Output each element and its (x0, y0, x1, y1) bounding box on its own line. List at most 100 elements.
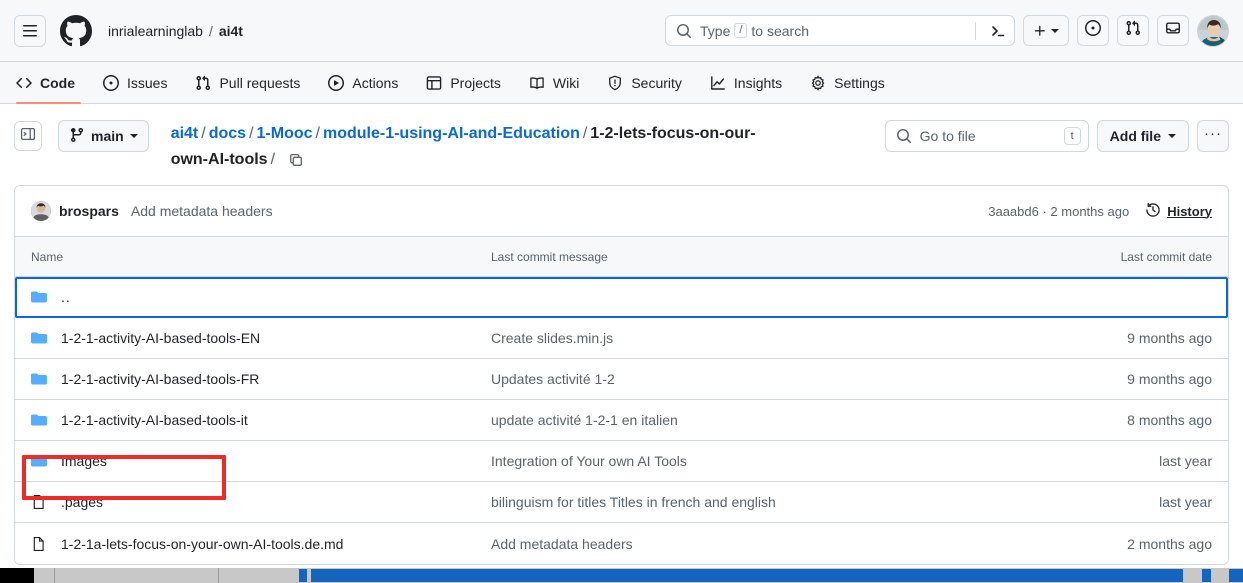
commit-relative-time: 2 months ago (1050, 203, 1130, 219)
tab-pull-requests[interactable]: Pull requests (181, 62, 314, 103)
table-icon (426, 75, 442, 91)
repo-name-link[interactable]: ai4t (219, 23, 243, 39)
repo-owner-link[interactable]: inrialearninglab (108, 23, 203, 39)
table-row[interactable]: .. (15, 277, 1228, 318)
folder-icon (31, 330, 47, 346)
scrollbar-thumb-segment[interactable] (299, 569, 307, 582)
table-row[interactable]: 1-2-1-activity-AI-based-tools-FR Updates… (15, 359, 1228, 400)
book-icon (529, 75, 545, 91)
crumb-separator: / (315, 125, 320, 142)
search-placeholder: Type / to search (700, 23, 967, 39)
crumb-separator: / (201, 125, 206, 142)
tab-insights[interactable]: Insights (696, 62, 796, 103)
github-logo-icon[interactable] (60, 14, 92, 47)
crumb-module-1[interactable]: module-1-using-AI-and-Education (323, 125, 580, 142)
row-name-label[interactable]: 1-2-1-activity-AI-based-tools-it (61, 412, 248, 428)
tab-settings[interactable]: Settings (796, 62, 899, 103)
table-row[interactable]: .pages bilinguism for titles Titles in f… (15, 482, 1228, 523)
scrollbar-thumb[interactable] (311, 569, 1183, 582)
scrollbar-thumb-segment[interactable] (1229, 569, 1243, 582)
tab-security-label: Security (631, 74, 682, 91)
issue-opened-icon (103, 74, 119, 91)
tab-projects[interactable]: Projects (412, 62, 515, 103)
row-name-cell: 1-2-1-activity-AI-based-tools-it (31, 412, 491, 428)
row-name-cell: Images (31, 453, 491, 469)
row-name-cell: .. (31, 289, 491, 305)
crumb-1-mooc[interactable]: 1-Mooc (257, 125, 313, 142)
scrollbar-tick (218, 568, 219, 583)
sidebar-expand-button[interactable] (14, 121, 42, 151)
row-date-cell: 8 months ago (1127, 412, 1212, 428)
row-date-cell: 9 months ago (1127, 330, 1212, 346)
scrollbar-left-cap (0, 568, 34, 583)
go-to-file-input[interactable]: Go to file t (884, 120, 1089, 152)
commit-hash[interactable]: 3aaabd6 (988, 204, 1039, 219)
table-row[interactable]: 1-2-1-activity-AI-based-tools-EN Create … (15, 318, 1228, 359)
commit-hash-and-time: 3aaabd6 · 2 months ago (988, 204, 1129, 219)
tab-issues[interactable]: Issues (89, 62, 181, 103)
row-name-label[interactable]: 1-2-1a-lets-focus-on-your-own-AI-tools.d… (61, 536, 343, 552)
tab-wiki[interactable]: Wiki (515, 62, 593, 103)
path-toolbar: main ai4t / docs/1-Mooc / module-1-using-AI-… (0, 104, 1243, 173)
branch-selector-button[interactable]: main (58, 120, 149, 152)
commit-author-avatar[interactable] (31, 201, 51, 221)
row-name-label[interactable]: Images (61, 453, 107, 469)
row-name-label[interactable]: .. (61, 289, 71, 305)
row-date-cell: 2 months ago (1127, 535, 1212, 552)
chevron-down-icon (1051, 28, 1059, 33)
search-input[interactable]: Type / to search (665, 15, 1015, 46)
repo-nav-tabs: Code Issues Pull requests Actions Projec… (0, 62, 1243, 104)
chevron-down-icon (129, 134, 138, 138)
row-message-cell[interactable]: bilinguism for titles Titles in french a… (491, 494, 1032, 510)
hamburger-menu-button[interactable] (14, 14, 46, 47)
path-toolbar-actions: Go to file t Add file ··· (884, 118, 1229, 152)
issue-opened-icon (1085, 20, 1101, 41)
go-to-file-shortcut-key: t (1063, 127, 1081, 145)
horizontal-scrollbar[interactable] (0, 568, 1243, 583)
table-row[interactable]: 1-2-1-activity-AI-based-tools-it update … (15, 400, 1228, 441)
row-message-cell[interactable]: Updates activité 1-2 (491, 371, 1032, 387)
crumb-docs[interactable]: docs (209, 125, 246, 142)
more-options-button[interactable]: ··· (1197, 120, 1229, 152)
row-date-cell: 9 months ago (1127, 371, 1212, 387)
row-date-cell: last year (1159, 494, 1212, 510)
scrollbar-thumb-segment[interactable] (1202, 569, 1211, 582)
row-name-label[interactable]: 1-2-1-activity-AI-based-tools-FR (61, 371, 259, 387)
row-name-label[interactable]: 1-2-1-activity-AI-based-tools-EN (61, 330, 260, 346)
crumb-ai4t[interactable]: ai4t (171, 125, 199, 142)
issues-button[interactable] (1077, 15, 1109, 46)
tab-security[interactable]: Security (593, 62, 696, 103)
scrollbar-track[interactable] (34, 568, 1243, 583)
tab-actions[interactable]: Actions (314, 62, 412, 103)
file-path-breadcrumb: ai4t / docs/1-Mooc / module-1-using-AI-and-E… (171, 118, 771, 173)
table-row[interactable]: 1-2-1a-lets-focus-on-your-own-AI-tools.d… (15, 523, 1228, 564)
kebab-icon: ··· (1204, 124, 1222, 142)
terminal-icon[interactable] (984, 23, 1006, 39)
commit-message[interactable]: Add metadata headers (131, 203, 273, 219)
copy-icon[interactable] (288, 152, 304, 168)
row-date-cell: last year (1159, 453, 1212, 469)
folder-icon (31, 453, 47, 469)
folder-icon (31, 412, 47, 428)
tab-code[interactable]: Code (14, 62, 89, 104)
row-message-cell[interactable]: Integration of Your own AI Tools (491, 453, 1032, 469)
pull-requests-button[interactable] (1117, 15, 1149, 46)
commit-author-name[interactable]: brospars (59, 203, 119, 219)
play-icon (328, 74, 345, 91)
chevron-down-icon (1168, 134, 1176, 138)
row-message-cell[interactable]: Create slides.min.js (491, 330, 1032, 346)
row-message-cell[interactable]: Add metadata headers (491, 536, 1032, 552)
avatar[interactable] (1197, 14, 1229, 47)
search-placeholder-prefix: Type (700, 22, 731, 39)
add-file-button[interactable]: Add file (1096, 120, 1189, 152)
commit-meta-separator: · (1038, 203, 1051, 219)
latest-commit-bar: brospars Add metadata headers 3aaabd6 · … (15, 186, 1228, 237)
table-row[interactable]: Images Integration of Your own AI Tools … (15, 441, 1228, 482)
row-name-label[interactable]: .pages (61, 494, 103, 510)
file-browser-panel: brospars Add metadata headers 3aaabd6 · … (14, 185, 1229, 565)
create-new-button[interactable] (1023, 15, 1069, 46)
history-link[interactable]: History (1145, 202, 1212, 221)
commit-meta-group: 3aaabd6 · 2 months ago History (988, 202, 1212, 221)
row-message-cell[interactable]: update activité 1-2-1 en italien (491, 412, 1032, 428)
notifications-inbox-button[interactable] (1157, 15, 1189, 46)
